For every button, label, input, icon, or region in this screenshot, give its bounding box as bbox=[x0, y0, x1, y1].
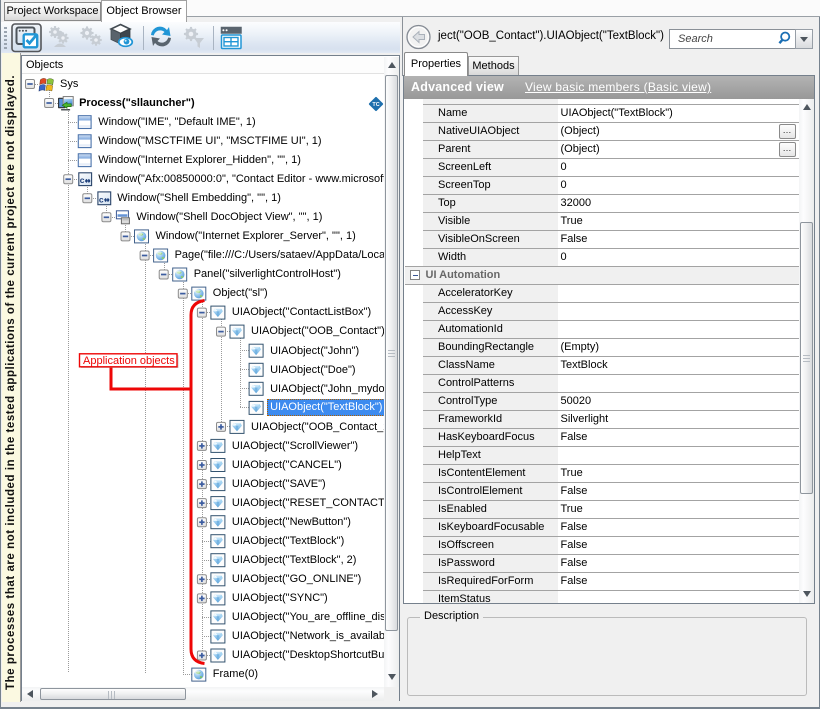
svg-text:c: c bbox=[99, 194, 104, 204]
svg-text:c: c bbox=[80, 175, 85, 185]
svg-text:TC: TC bbox=[372, 102, 379, 108]
